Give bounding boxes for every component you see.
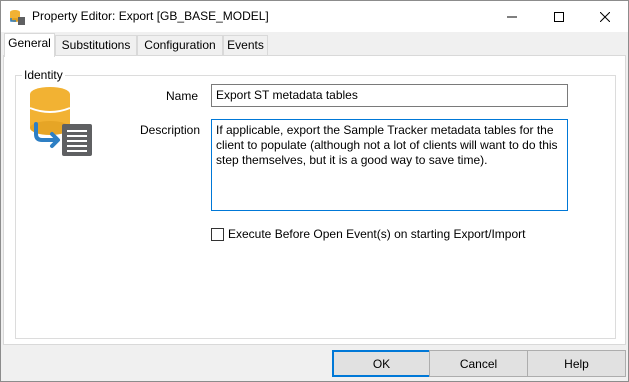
identity-group-label: Identity (22, 68, 65, 82)
execute-before-open-option[interactable]: Execute Before Open Event(s) on starting… (211, 227, 525, 241)
ok-button[interactable]: OK (332, 350, 431, 377)
maximize-icon (554, 11, 564, 22)
maximize-button[interactable] (536, 1, 582, 32)
name-field[interactable]: Export ST metadata tables (211, 84, 568, 107)
description-label: Description (140, 123, 201, 137)
property-editor-window: Property Editor: Export [GB_BASE_MODEL] … (0, 0, 629, 382)
tab-substitutions[interactable]: Substitutions (55, 35, 137, 56)
window-title: Property Editor: Export [GB_BASE_MODEL] (32, 9, 269, 23)
database-export-icon (10, 10, 25, 25)
description-field[interactable]: If applicable, export the Sample Tracker… (211, 119, 568, 211)
minimize-button[interactable] (489, 1, 535, 32)
help-button[interactable]: Help (527, 350, 626, 377)
tab-strip: General Substitutions Configuration Even… (1, 32, 628, 57)
title-bar[interactable]: Property Editor: Export [GB_BASE_MODEL] (1, 1, 628, 32)
minimize-icon (507, 16, 517, 17)
execute-before-open-checkbox[interactable] (211, 227, 224, 241)
tab-general[interactable]: General (4, 33, 55, 57)
tab-configuration[interactable]: Configuration (137, 35, 223, 56)
cancel-button[interactable]: Cancel (429, 350, 528, 377)
database-export-icon (29, 87, 92, 156)
name-label: Name (166, 89, 199, 103)
close-icon (600, 11, 610, 22)
execute-before-open-label[interactable]: Execute Before Open Event(s) on starting… (228, 227, 525, 241)
tab-events[interactable]: Events (223, 35, 268, 56)
close-button[interactable] (582, 1, 628, 32)
identity-group: Identity Name Export ST metadata tables … (15, 68, 616, 339)
general-tab-panel: Identity Name Export ST metadata tables … (3, 55, 626, 345)
